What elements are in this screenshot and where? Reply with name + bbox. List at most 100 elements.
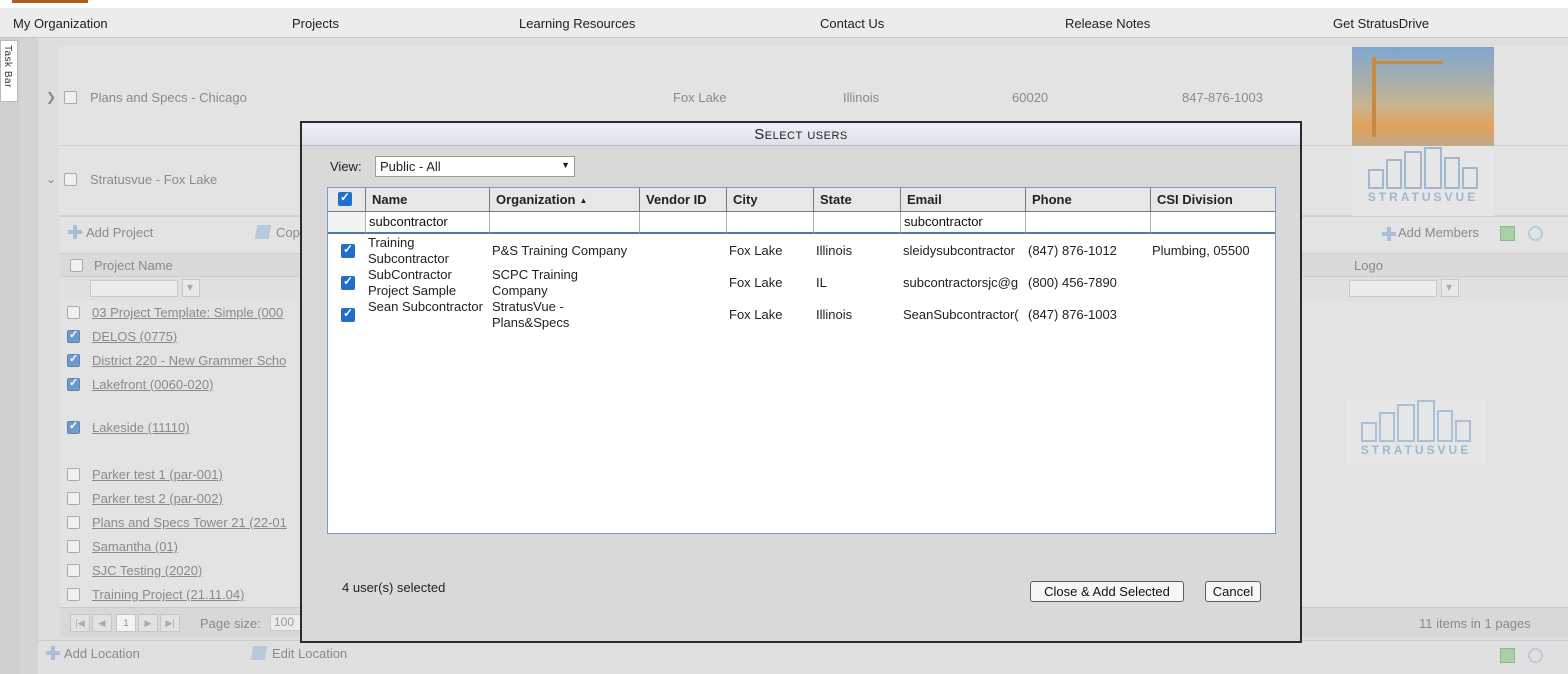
project-link[interactable]: Lakeside (11110) (92, 420, 190, 435)
nav-get-stratusdrive[interactable]: Get StratusDrive (1333, 16, 1429, 31)
user-email: subcontractorsjc@g (903, 275, 1019, 290)
user-name: SubContractor Project Sample (368, 267, 457, 298)
user-email: SeanSubcontractor( (903, 307, 1019, 322)
user-name: Training Subcontractor (368, 235, 449, 266)
location-toolbar: Add Location Edit Location (38, 640, 1568, 674)
nav-my-organization[interactable]: My Organization (13, 16, 108, 31)
name-filter-input[interactable]: subcontractor (366, 212, 490, 234)
nav-release-notes[interactable]: Release Notes (1065, 16, 1150, 31)
project-link[interactable]: District 220 - New Grammer Scho (92, 353, 286, 368)
user-row[interactable]: Sean Subcontractor StratusVue - Plans&Sp… (328, 299, 1275, 331)
project-checkbox[interactable] (67, 352, 80, 367)
user-row-checkbox[interactable] (341, 274, 355, 290)
dialog-title: Select users (754, 126, 848, 143)
current-page[interactable]: 1 (116, 614, 136, 632)
task-bar-toggle[interactable]: Task Bar (0, 40, 18, 102)
location-state: Illinois (843, 90, 880, 105)
column-csi-division[interactable]: CSI Division (1151, 188, 1275, 212)
nav-projects[interactable]: Projects (292, 16, 339, 31)
excel-export-icon[interactable] (1500, 648, 1515, 663)
project-checkbox[interactable] (67, 564, 80, 577)
nav-contact-us[interactable]: Contact Us (820, 16, 884, 31)
location-checkbox[interactable] (64, 91, 77, 104)
city-filter-input[interactable] (727, 212, 814, 234)
column-vendor-id[interactable]: Vendor ID (640, 188, 727, 212)
state-filter-input[interactable] (814, 212, 901, 234)
view-label: View: (330, 159, 362, 174)
project-name-filter-input[interactable] (90, 280, 178, 297)
project-checkbox[interactable] (67, 328, 80, 343)
email-filter-input[interactable]: subcontractor (901, 212, 1026, 234)
dialog-titlebar[interactable]: Select users (302, 123, 1300, 146)
organization-filter-input[interactable] (490, 212, 640, 234)
filter-icon[interactable] (1441, 279, 1459, 297)
project-link[interactable]: Samantha (01) (92, 539, 178, 554)
column-email[interactable]: Email (901, 188, 1026, 212)
column-phone[interactable]: Phone (1026, 188, 1151, 212)
sort-ascending-icon: ▲ (579, 196, 588, 205)
next-page-button[interactable]: ▶ (138, 614, 158, 632)
column-organization[interactable]: Organization ▲ (490, 188, 640, 212)
project-checkbox[interactable] (67, 516, 80, 529)
add-location-button[interactable]: Add Location (46, 646, 140, 661)
project-link[interactable]: SJC Testing (2020) (92, 563, 202, 578)
project-link[interactable]: Parker test 1 (par-001) (92, 467, 223, 482)
vendor-id-filter-input[interactable] (640, 212, 727, 234)
column-state-label: State (820, 192, 852, 207)
filter-spacer (328, 212, 366, 234)
user-state: Illinois (816, 243, 853, 258)
filter-icon[interactable] (182, 279, 200, 297)
nav-learning-resources[interactable]: Learning Resources (519, 16, 635, 31)
user-row[interactable]: SubContractor Project Sample SCPC Traini… (328, 267, 1275, 299)
user-row-checkbox[interactable] (341, 306, 355, 322)
user-city: Fox Lake (729, 307, 783, 322)
stratusvue-logo: STRATUSVUE (1352, 146, 1494, 216)
project-link[interactable]: Plans and Specs Tower 21 (22-01 (92, 515, 287, 530)
prev-page-button[interactable]: ◀ (92, 614, 112, 632)
first-page-button[interactable]: |◀ (70, 614, 90, 632)
edit-location-button[interactable]: Edit Location (250, 646, 347, 661)
column-name[interactable]: Name (366, 188, 490, 212)
location-checkbox[interactable] (64, 173, 77, 186)
project-link[interactable]: Parker test 2 (par-002) (92, 491, 223, 506)
column-state[interactable]: State (814, 188, 901, 212)
user-row-checkbox[interactable] (341, 242, 355, 258)
add-members-button[interactable]: Add Members (1382, 225, 1479, 241)
csi-division-filter-input[interactable] (1151, 212, 1275, 234)
close-and-add-selected-button[interactable]: Close & Add Selected (1030, 581, 1184, 602)
column-project-name[interactable]: Project Name (94, 258, 173, 273)
project-checkbox[interactable] (67, 376, 80, 391)
add-project-button[interactable]: Add Project (68, 225, 153, 240)
plus-icon (68, 225, 82, 239)
add-location-label: Add Location (64, 646, 140, 661)
copy-project-button[interactable]: Cop (254, 225, 300, 240)
project-checkbox[interactable] (67, 492, 80, 505)
chevron-down-icon[interactable]: ⌄ (46, 172, 56, 186)
select-all-projects-checkbox[interactable] (70, 259, 83, 272)
user-phone: (847) 876-1012 (1028, 243, 1117, 258)
user-row[interactable]: Training Subcontractor P&S Training Comp… (328, 235, 1275, 267)
logo-filter-input[interactable] (1349, 280, 1437, 297)
cancel-button[interactable]: Cancel (1205, 581, 1261, 602)
excel-export-icon[interactable] (1500, 226, 1515, 241)
column-city[interactable]: City (727, 188, 814, 212)
view-select[interactable]: Public - All ▼ (375, 156, 575, 177)
members-icon (1382, 227, 1396, 241)
project-checkbox[interactable] (67, 306, 80, 319)
project-checkbox[interactable] (67, 468, 80, 481)
last-page-button[interactable]: ▶| (160, 614, 180, 632)
top-navigation: My Organization Projects Learning Resour… (0, 8, 1568, 38)
refresh-icon[interactable] (1528, 648, 1543, 663)
project-link[interactable]: Lakefront (0060-020) (92, 377, 213, 392)
chevron-right-icon[interactable]: ❯ (46, 90, 56, 104)
project-checkbox[interactable] (67, 540, 80, 553)
column-logo[interactable]: Logo (1354, 258, 1383, 273)
select-all-checkbox[interactable] (338, 190, 352, 206)
project-link[interactable]: DELOS (0775) (92, 329, 177, 344)
project-checkbox[interactable] (67, 588, 80, 601)
refresh-icon[interactable] (1528, 226, 1543, 241)
project-link[interactable]: 03 Project Template: Simple (000 (92, 305, 283, 320)
phone-filter-input[interactable] (1026, 212, 1151, 234)
project-link[interactable]: Training Project (21.11.04) (92, 587, 244, 602)
project-checkbox[interactable] (67, 419, 80, 434)
